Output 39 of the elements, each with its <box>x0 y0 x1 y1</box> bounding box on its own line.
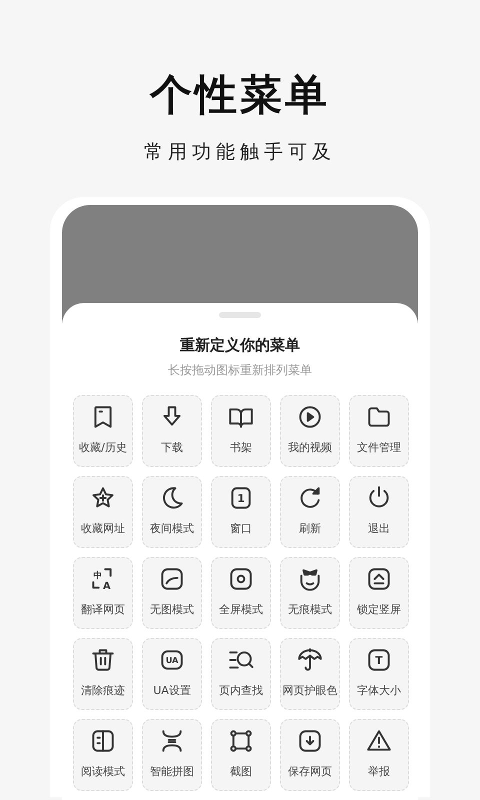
trash-icon <box>90 646 116 673</box>
menu-item[interactable]: T 字体大小 <box>349 638 409 710</box>
sheet-title: 重新定义你的菜单 <box>180 334 300 356</box>
panel-icon <box>90 728 116 754</box>
menu-item[interactable]: 书架 <box>211 394 271 467</box>
menu-item[interactable]: 1 窗口 <box>211 476 271 548</box>
menu-item[interactable]: 页内查找 <box>211 638 271 710</box>
sheet-hint: 长按拖动图标重新排列菜单 <box>168 362 312 379</box>
menu-item[interactable]: 无痕模式 <box>280 556 340 629</box>
menu-item[interactable]: 无图模式 <box>142 556 202 629</box>
play-icon <box>297 404 323 430</box>
menu-item[interactable]: 举报 <box>349 718 409 791</box>
headline-subtitle: 常用功能触手可及 <box>144 140 336 166</box>
menu-item[interactable]: 文件管理 <box>349 394 409 467</box>
menu-item[interactable]: 智能拼图 <box>142 718 202 791</box>
menu-item[interactable]: 收藏/历史 <box>73 394 133 467</box>
menu-item[interactable]: 中A 翻译网页 <box>73 556 133 629</box>
menu-item[interactable]: 我的视频 <box>280 394 340 467</box>
headline-title: 个性菜单 <box>150 72 330 118</box>
drag-handle[interactable] <box>219 312 261 318</box>
save-page-icon <box>297 728 323 754</box>
curve-square-icon <box>159 566 185 592</box>
menu-item[interactable]: 夜间模式 <box>142 476 202 548</box>
menu-item[interactable]: 全屏模式 <box>211 556 271 629</box>
menu-item[interactable]: 阅读模式 <box>73 718 133 791</box>
menu-item[interactable]: UA UA设置 <box>142 638 202 710</box>
menu-item[interactable]: 截图 <box>211 718 271 791</box>
menu-item[interactable]: 收藏网址 <box>73 476 133 548</box>
menu-item[interactable]: 保存网页 <box>280 718 340 791</box>
menu-item[interactable]: 锁定竖屏 <box>349 556 409 629</box>
menu-item[interactable]: 清除痕迹 <box>73 638 133 710</box>
crop-frame-icon <box>228 728 254 754</box>
square-chevron-icon <box>366 566 392 592</box>
menu-item[interactable]: 刷新 <box>280 476 340 548</box>
umbrella-icon <box>297 646 323 673</box>
menu-item[interactable]: 退出 <box>349 476 409 548</box>
menu-item[interactable]: 网页护眼色 <box>280 638 340 710</box>
text-size-icon: T <box>366 646 392 673</box>
menu-item[interactable]: 下载 <box>142 394 202 467</box>
